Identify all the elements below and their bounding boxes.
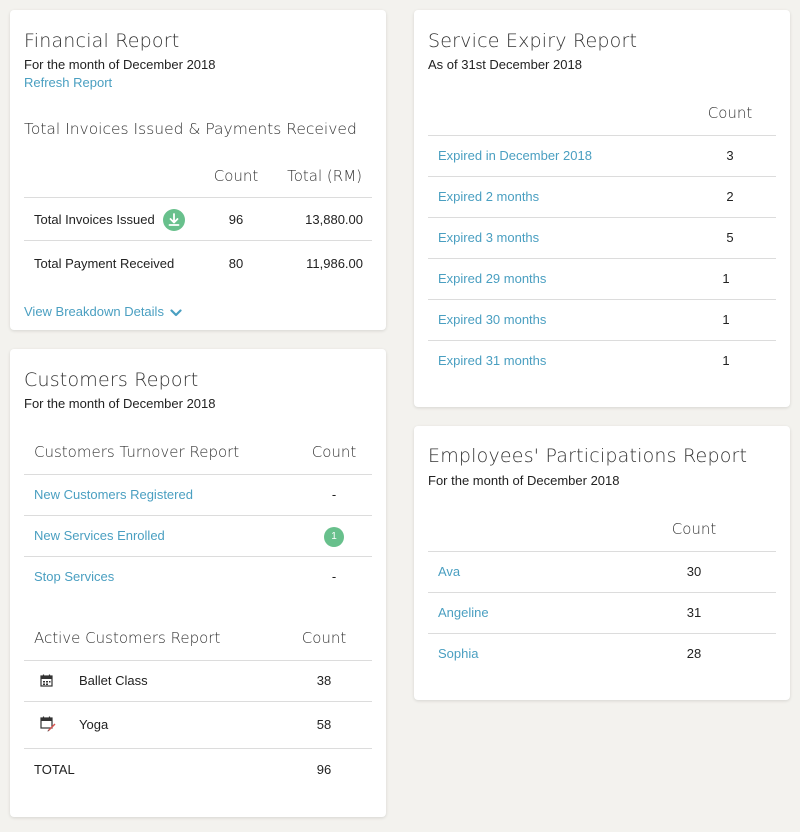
row-label: Total Payment Received [34,256,175,271]
service-expiry-title: Service Expiry Report [428,30,638,52]
row-count: 2 [726,189,734,204]
chevron-down-icon [169,308,182,316]
expiry-count-header: Count [707,104,753,122]
table-row: Expired in December 2018 3 [428,136,776,177]
row-count: 28 [686,646,702,661]
turnover-report-heading: Customers Turnover Report [34,443,240,461]
employee-link[interactable]: Ava [438,552,460,592]
employees-report-card: Employees' Participations Report For the… [414,426,790,700]
employees-report-title: Employees' Participations Report [428,445,748,467]
expiry-link[interactable]: Expired 2 months [438,177,539,217]
table-row: Ballet Class 38 [24,661,372,702]
expiry-link[interactable]: Expired 3 months [438,218,539,258]
new-customers-link[interactable]: New Customers Registered [34,475,193,515]
view-breakdown-label: View Breakdown Details [24,304,164,319]
new-services-link[interactable]: New Services Enrolled [34,516,165,556]
row-count: 5 [726,230,734,245]
employees-report-subtitle: For the month of December 2018 [428,473,620,488]
view-breakdown-link[interactable]: View Breakdown Details [24,304,182,319]
row-count: - [331,487,337,502]
table-row: Total Invoices Issued 96 13,880.00 [24,200,372,241]
total-column-header: Total (RM) [287,167,362,185]
refresh-report-link[interactable]: Refresh Report [24,75,112,90]
row-count: 3 [726,148,734,163]
expiry-link[interactable]: Expired in December 2018 [438,136,592,176]
employees-count-header: Count [671,520,717,538]
total-label: TOTAL [34,762,75,777]
customers-report-title: Customers Report [24,369,199,391]
row-count: 1 [722,271,730,286]
customers-report-subtitle: For the month of December 2018 [24,396,216,411]
financial-report-subtitle: For the month of December 2018 [24,57,216,72]
row-total: 13,880.00 [305,212,363,227]
count-badge[interactable]: 1 [324,527,344,547]
table-row: Expired 2 months 2 [428,177,776,218]
active-customers-heading: Active Customers Report [34,629,221,647]
financial-report-card: Financial Report For the month of Decemb… [10,10,386,330]
row-count: 96 [228,212,244,227]
table-row: Expired 30 months 1 [428,300,776,341]
calendar-icon [40,674,53,690]
row-label: Ballet Class [79,673,148,688]
service-expiry-subtitle: As of 31st December 2018 [428,57,582,72]
turnover-count-header: Count [311,443,357,461]
table-row: Sophia 28 [428,634,776,675]
table-row: New Services Enrolled 1 [24,516,372,557]
row-count: 30 [686,564,702,579]
row-count: 80 [228,256,244,271]
calendar-edit-icon [40,716,56,735]
expiry-link[interactable]: Expired 31 months [438,341,546,381]
table-row: Expired 31 months 1 [428,341,776,382]
service-expiry-card: Service Expiry Report As of 31st Decembe… [414,10,790,407]
employee-link[interactable]: Sophia [438,634,478,674]
table-row: New Customers Registered - [24,475,372,516]
table-row: Stop Services - [24,557,372,598]
table-row: Expired 29 months 1 [428,259,776,300]
table-row: Expired 3 months 5 [428,218,776,259]
active-count-header: Count [301,629,347,647]
expiry-link[interactable]: Expired 29 months [438,259,546,299]
header-divider [24,197,372,198]
table-row: Total Payment Received 80 11,986.00 [24,244,372,285]
table-row: Yoga 58 [24,702,372,749]
row-count: 38 [316,673,332,688]
row-label: Total Invoices Issued [34,212,155,227]
customers-report-card: Customers Report For the month of Decemb… [10,349,386,817]
invoices-payments-heading: Total Invoices Issued & Payments Receive… [24,120,357,138]
row-label: Yoga [79,717,109,732]
row-count: 1 [722,312,730,327]
row-total: 11,986.00 [306,256,363,271]
financial-report-title: Financial Report [24,30,180,52]
row-count: 31 [686,605,702,620]
row-count: 58 [316,717,332,732]
employee-link[interactable]: Angeline [438,593,489,633]
download-icon[interactable] [163,209,185,231]
expiry-link[interactable]: Expired 30 months [438,300,546,340]
table-row: Ava 30 [428,552,776,593]
stop-services-link[interactable]: Stop Services [34,557,114,597]
count-column-header: Count [213,167,259,185]
total-count: 96 [316,762,332,777]
total-row: TOTAL 96 [24,749,372,793]
row-count: 1 [722,353,730,368]
row-count: - [331,569,337,584]
table-row: Angeline 31 [428,593,776,634]
